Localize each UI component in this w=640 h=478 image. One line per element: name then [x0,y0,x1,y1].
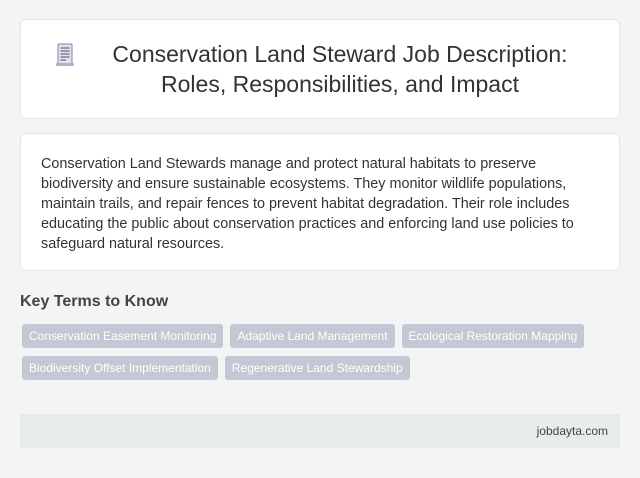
job-description: Conservation Land Stewards manage and pr… [41,156,574,252]
title-card: Conservation Land Steward Job Descriptio… [20,19,620,119]
key-term-tag[interactable]: Conservation Easement Monitoring [22,324,224,348]
key-terms-heading: Key Terms to Know [20,293,169,310]
page-title: Conservation Land Steward Job Descriptio… [112,41,568,97]
key-term-tag[interactable]: Adaptive Land Management [230,324,395,348]
key-term-tag[interactable]: Regenerative Land Stewardship [224,356,410,380]
key-term-tag[interactable]: Biodiversity Offset Implementation [22,356,218,380]
footer-site-link[interactable]: jobdayta.com [537,424,608,438]
footer: jobdayta.com [20,414,620,448]
description-card: Conservation Land Stewards manage and pr… [20,133,620,271]
key-terms-list: Conservation Easement Monitoring Adaptiv… [22,324,618,380]
title-row: Conservation Land Steward Job Descriptio… [50,39,590,99]
document-icon [50,41,90,69]
key-term-tag[interactable]: Ecological Restoration Mapping [401,324,585,348]
